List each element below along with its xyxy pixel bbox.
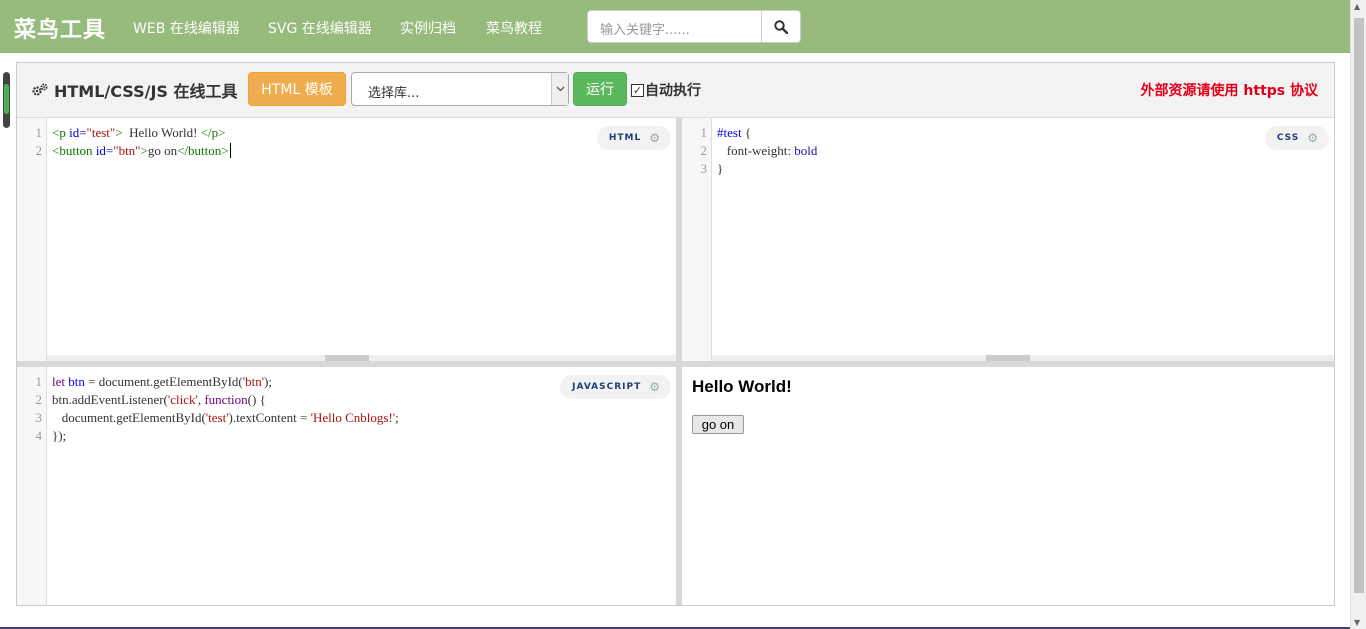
nav-link-tutorial[interactable]: 菜鸟教程 [486,18,542,38]
editor-toolbar: HTML/CSS/JS 在线工具 HTML 模板 选择库... 运行 ✓ 自动执… [17,63,1334,118]
result-go-on-button[interactable]: go on [692,415,744,434]
result-pane [682,367,1334,605]
auto-run-label: 自动执行 [645,83,701,99]
result-heading: Hello World! [692,377,792,396]
code-line: 3 } [700,161,724,176]
library-select-value: 选择库... [368,86,420,101]
css-editor-pane[interactable]: 1 #test { 2 font-weight: bold 3 } CSS ⚙ [682,118,1334,361]
gear-icon[interactable]: ⚙ [649,131,661,145]
code-line: 2 <button id="btn">go on</button> [35,143,231,158]
gear-icon[interactable]: ⚙ [1307,131,1319,145]
search-input[interactable]: 输入关键字...... [587,10,762,43]
tool-title-text: HTML/CSS/JS 在线工具 [54,82,238,101]
https-notice: 外部资源请使用 https 协议 [1140,83,1318,99]
gears-icon [32,83,48,96]
gear-icon[interactable]: ⚙ [649,380,661,394]
html-editor-pane[interactable]: 1 <p id="test"> Hello World! </p> 2 <but… [17,118,676,361]
nav-link-svg-editor[interactable]: SVG 在线编辑器 [268,18,372,38]
code-line: 1 <p id="test"> Hello World! </p> [35,125,226,140]
search-icon [774,19,788,34]
run-button[interactable]: 运行 [573,72,627,106]
auto-run-toggle[interactable]: ✓ 自动执行 [631,80,701,100]
page-scrollbar[interactable]: ▲ ▼ [1350,0,1366,629]
html-code[interactable]: 1 <p id="test"> Hello World! </p> 2 <but… [17,124,676,160]
css-pane-badge[interactable]: CSS ⚙ [1264,126,1329,150]
code-line: 4 }); [35,428,67,443]
code-line: 2 font-weight: bold [700,143,818,158]
tool-title: HTML/CSS/JS 在线工具 [31,78,238,102]
site-logo[interactable]: 菜鸟工具 [14,12,106,44]
code-line: 1 #test { [700,125,752,140]
scroll-down-icon[interactable]: ▼ [1354,618,1360,627]
html-pane-badge[interactable]: HTML ⚙ [596,126,671,150]
js-pane-badge[interactable]: JAVASCRIPT ⚙ [560,375,671,399]
horizontal-splitter[interactable] [17,361,1334,367]
code-line: 3 document.getElementById('test').textCo… [35,410,399,425]
html-template-button[interactable]: HTML 模板 [248,72,346,106]
top-navbar: 菜鸟工具 WEB 在线编辑器 SVG 在线编辑器 实例归档 菜鸟教程 输入关键字… [0,0,1350,53]
nav-link-examples[interactable]: 实例归档 [400,18,456,38]
left-scroll-indicator[interactable] [3,72,10,128]
chevron-down-icon [551,73,568,105]
scroll-up-icon[interactable]: ▲ [1354,2,1360,11]
css-code[interactable]: 1 #test { 2 font-weight: bold 3 } [682,124,1334,178]
nav-link-web-editor[interactable]: WEB 在线编辑器 [133,18,240,38]
scrollbar-thumb[interactable] [1354,18,1364,593]
library-select[interactable]: 选择库... [351,72,569,106]
search-button[interactable] [761,10,801,43]
js-editor-pane[interactable]: 1 let btn = document.getElementById('btn… [17,367,676,605]
auto-run-checkbox[interactable]: ✓ [631,83,644,97]
